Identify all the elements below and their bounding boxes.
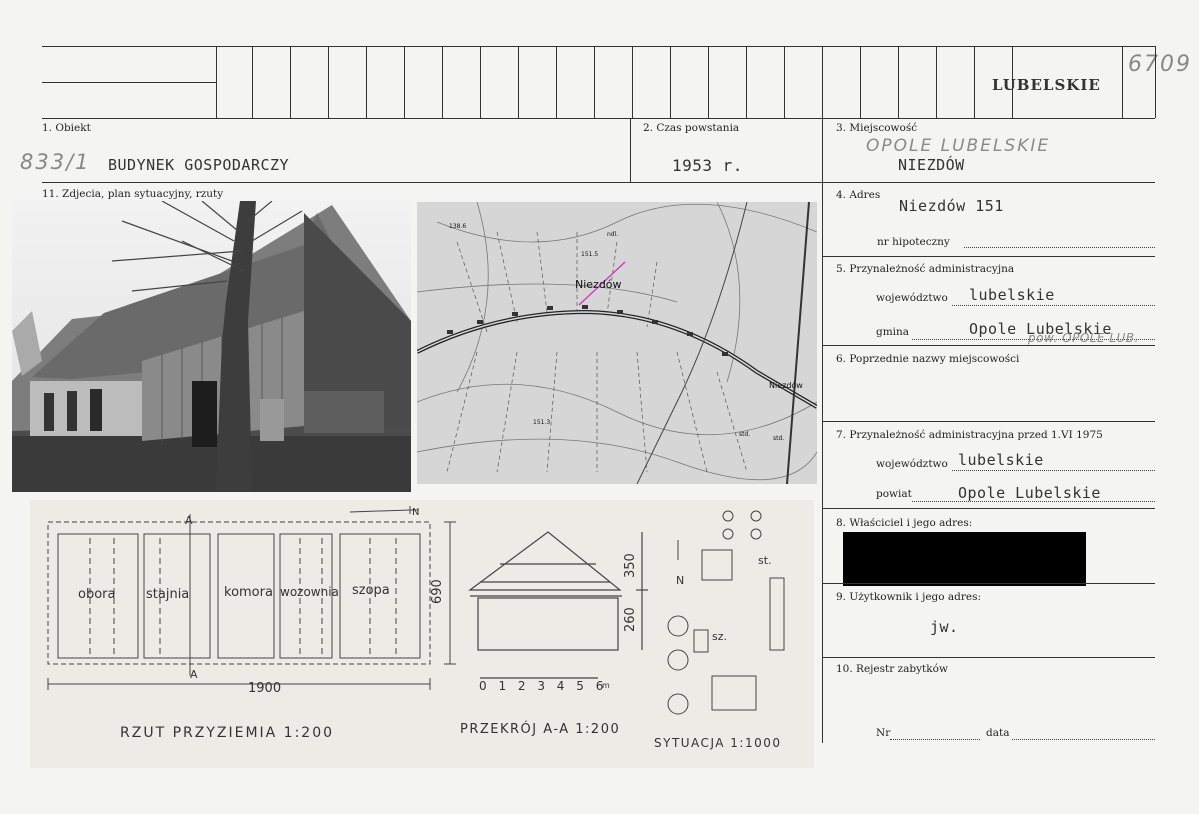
map-height-2: 151.5 [581,251,598,258]
grid-divider [1012,46,1013,118]
field-label-uzytkownik: 9. Użytkownik i jego adres: [836,591,982,603]
mortgage-label: nr hipoteczny [877,236,950,248]
field-label-adres: 4. Adres [836,189,881,201]
address-value: Niezdów 151 [899,197,1004,215]
grid-divider [746,46,747,118]
grid-divider [442,46,443,118]
grid-divider [556,46,557,118]
object-number: 833/1 [20,150,91,174]
topographic-map: Niezdów Niezdów 138.6 151.5 151.3 ndl. s… [417,202,817,484]
field-label-przynaleznosc: 5. Przynależność administracyjna [836,263,1015,275]
voivodeship-label: województwo [876,292,948,304]
plan-room-5: szopa [352,583,390,598]
grid-divider [480,46,481,118]
grid-divider [632,46,633,118]
map-place-label: Niezdów [575,278,622,291]
commune-note: pow. OPOLE LUB. [1028,331,1139,345]
grid-divider [822,46,823,118]
grid-divider [1122,46,1123,118]
field-label-czas: 2. Czas powstania [643,122,740,134]
grid-divider [594,46,595,118]
grid-divider [974,46,975,118]
grid-divider [366,46,367,118]
field-label-obiekt: 1. Obiekt [42,122,91,134]
region-stamp: LUBELSKIE [992,76,1101,94]
grid-divider [252,46,253,118]
owner-redaction [843,532,1086,586]
district-label: powiat [876,488,912,500]
field-label-miejscowosc: 3. Miejscowość [836,122,918,134]
field-label-zdjecia: 11. Zdjecia, plan sytuacyjny, rzuty [42,188,224,200]
situation-st: st. [758,554,772,567]
object-name: BUDYNEK GOSPODARCZY [108,156,290,174]
section-drawing [468,531,648,679]
map-place-label-2: Niezdów [769,380,803,390]
map-abbr-1: ndl. [607,231,618,238]
plan-width: 690 [430,579,445,604]
map-height-3: 151.3 [533,419,550,426]
plan-room-4: wozownia [280,585,339,599]
user-value: jw. [930,618,959,636]
section-dim-bottom: 260 [623,607,638,632]
commune-label: gmina [876,326,910,338]
locality-value: NIEZDÓW [898,156,965,174]
construction-year: 1953 r. [672,156,743,175]
field-label-rejestr: 10. Rejestr zabytków [836,663,948,675]
grid-divider [708,46,709,118]
register-nr-label: Nr [876,727,891,739]
grid-divider [784,46,785,118]
situation-north: N [676,574,684,587]
plan-marker-a-top: A [185,514,193,527]
grid-divider [860,46,861,118]
situation-title: SYTUACJA 1:1000 [654,736,782,750]
situation-drawing [667,510,785,715]
grid-divider [404,46,405,118]
field-label-poprzednie: 6. Poprzednie nazwy miejscowości [836,353,1020,365]
inventory-card: 6709 LUBELSKIE 1. Obiekt 2. Czas powstan… [0,0,1199,814]
voivodeship-before-value: lubelskie [958,451,1044,469]
section-scale-unit: m [602,681,610,690]
plan-room-2: stajnia [146,587,189,602]
grid-divider [936,46,937,118]
map-abbr-2: std. [739,431,750,438]
plan-north: N [412,507,419,518]
locality-handwritten: OPOLE LUBELSKIE [866,136,1051,156]
situation-sz: sz. [712,630,727,643]
map-abbr-3: std. [773,435,784,442]
map-height-1: 138.6 [449,223,466,230]
plan-title: RZUT PRZYZIEMIA 1:200 [120,725,334,741]
section-scale: 0 1 2 3 4 5 6 [479,679,607,693]
grid-divider [518,46,519,118]
register-date-label: data [986,727,1010,739]
building-photo [12,201,411,492]
grid-divider [1155,46,1156,118]
grid-divider [216,46,217,118]
district-value: Opole Lubelskie [958,484,1101,502]
technical-drawings: A A N obora stajnia komora wozownia szop… [30,500,814,768]
field-label-wlasciciel: 8. Właściciel i jego adres: [836,517,973,529]
plan-room-3: komora [224,585,273,600]
plan-marker-a-bottom: A [190,668,198,681]
grid-divider [328,46,329,118]
voivodeship-before-label: województwo [876,458,948,470]
section-dim-top: 350 [623,553,638,578]
plan-room-1: obora [78,587,115,602]
voivodeship-value: lubelskie [969,286,1055,304]
grid-divider [670,46,671,118]
grid-divider [898,46,899,118]
plan-length: 1900 [248,681,281,696]
catalog-number: 6709 [1128,52,1192,77]
section-title: PRZEKRÓJ A-A 1:200 [460,721,620,737]
grid-divider [290,46,291,118]
field-label-przed1975: 7. Przynależność administracyjna przed 1… [836,429,1103,441]
